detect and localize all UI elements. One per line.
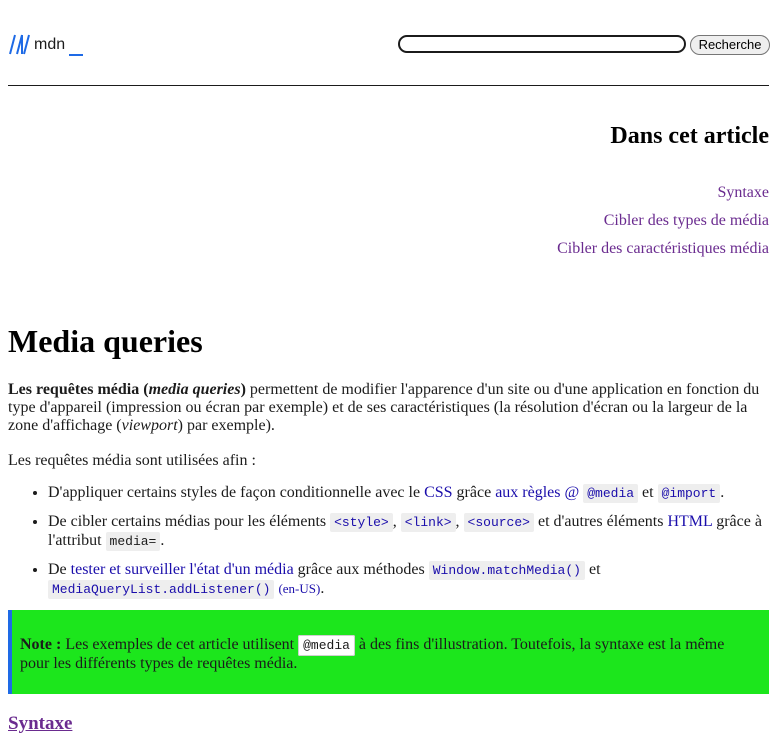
article: Media queries Les requêtes média (media … — [8, 322, 769, 599]
header-divider — [8, 85, 769, 86]
mdn-logo-icon: mdn — [9, 34, 83, 56]
link-test-media[interactable]: tester et surveiller l'état d'un média — [71, 561, 294, 578]
search-button[interactable]: Recherche — [690, 35, 770, 55]
note-label: Note : — [20, 636, 62, 653]
page-header: mdn Recherche — [8, 30, 770, 60]
link-style-element[interactable]: <style> — [330, 513, 393, 532]
link-media-rule[interactable]: @media — [583, 484, 639, 503]
search-input[interactable] — [398, 35, 686, 53]
mdn-logo[interactable]: mdn — [8, 33, 88, 57]
used-for-paragraph: Les requêtes média sont utilisées afin : — [8, 452, 256, 469]
link-source-element[interactable]: <source> — [463, 513, 534, 532]
section-heading-syntaxe[interactable]: Syntaxe — [8, 713, 72, 735]
link-link-element[interactable]: <link> — [400, 513, 456, 532]
link-matchmedia[interactable]: Window.matchMedia() — [428, 561, 585, 580]
code-media-attr: media= — [105, 532, 161, 551]
link-html[interactable]: HTML — [667, 513, 712, 530]
note-box: Note : Les exemples de cet article utili… — [8, 610, 769, 694]
toc-link-caracteristiques-media[interactable]: Cibler des caractéristiques média — [557, 240, 769, 268]
link-at-rules[interactable]: aux règles @ — [495, 484, 579, 501]
link-import-rule[interactable]: @import — [657, 484, 721, 503]
toc-title: Dans cet article — [610, 123, 769, 149]
page-title: Media queries — [8, 323, 203, 359]
toc-list: Syntaxe Cibler des types de média Cibler… — [557, 184, 769, 268]
intro-paragraph: Les requêtes média (media queries) perme… — [8, 381, 760, 434]
note-code: @media — [298, 635, 355, 656]
list-item: De cibler certains médias pour les éléme… — [48, 513, 769, 551]
usage-list: D'appliquer certains styles de façon con… — [8, 484, 769, 609]
link-en-us[interactable]: (en-US) — [278, 581, 320, 596]
list-item: De tester et surveiller l'état d'un médi… — [48, 561, 769, 599]
toc-link-syntaxe[interactable]: Syntaxe — [557, 184, 769, 212]
list-item: D'appliquer certains styles de façon con… — [48, 484, 769, 503]
logo-text: mdn — [34, 36, 65, 53]
toc-link-types-media[interactable]: Cibler des types de média — [557, 212, 769, 240]
link-css[interactable]: CSS — [424, 484, 452, 501]
intro-strong: Les requêtes média (media queries) — [8, 381, 246, 398]
link-addlistener[interactable]: MediaQueryList.addListener() — [48, 580, 275, 599]
